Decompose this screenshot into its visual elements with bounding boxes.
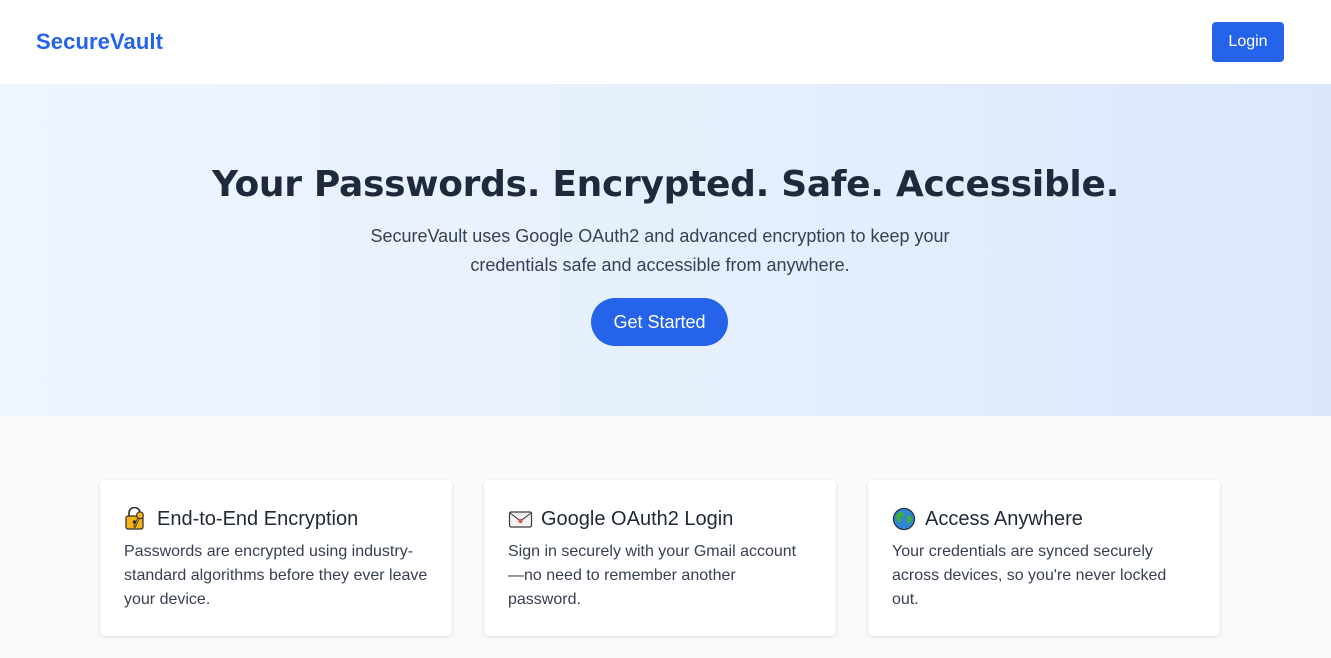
hero-subtitle: SecureVault uses Google OAuth2 and advan… <box>370 226 950 275</box>
brand-logo[interactable]: SecureVault <box>36 29 163 55</box>
login-button[interactable]: Login <box>1212 22 1284 62</box>
feature-text: Sign in securely with your Gmail account… <box>508 543 797 608</box>
globe-icon <box>892 507 918 531</box>
feature-title: End-to-End Encryption <box>157 507 359 530</box>
hero-title: Your Passwords. Encrypted. Safe. Accessi… <box>212 164 1119 205</box>
lock-key-icon <box>124 506 150 531</box>
feature-text: Passwords are encrypted using industry-s… <box>124 543 428 608</box>
envelope-icon <box>508 507 534 531</box>
features-section: End-to-End Encryption Passwords are encr… <box>0 416 1331 658</box>
feature-card-access: Access Anywhere Your credentials are syn… <box>868 480 1220 636</box>
navbar: SecureVault Login <box>0 0 1331 84</box>
feature-card-oauth: Google OAuth2 Login Sign in securely wit… <box>484 480 836 636</box>
feature-title: Google OAuth2 Login <box>541 507 734 530</box>
feature-title: Access Anywhere <box>925 507 1083 530</box>
feature-text: Your credentials are synced securely acr… <box>892 543 1167 608</box>
feature-card-encryption: End-to-End Encryption Passwords are encr… <box>100 480 452 636</box>
get-started-button[interactable]: Get Started <box>591 298 728 346</box>
hero-section: Your Passwords. Encrypted. Safe. Accessi… <box>0 84 1331 416</box>
